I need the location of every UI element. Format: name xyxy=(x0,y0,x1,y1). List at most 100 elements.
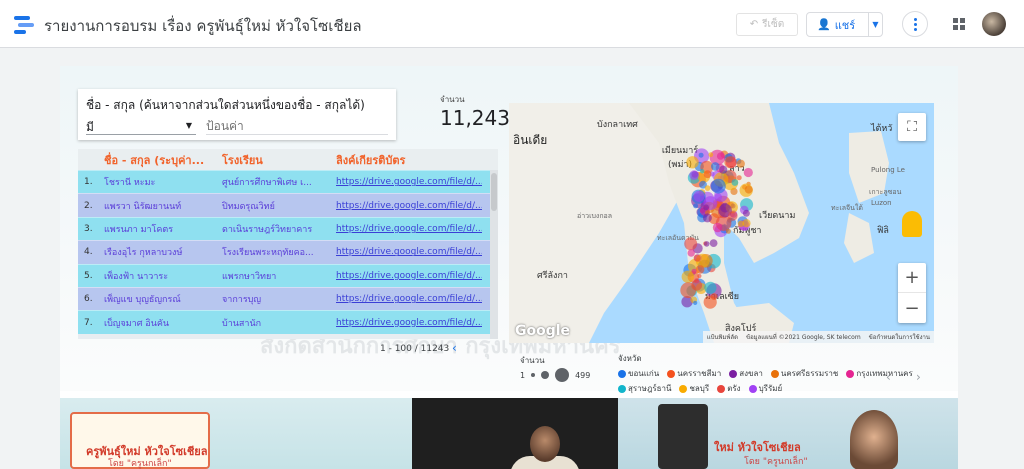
zoom-in-button[interactable]: + xyxy=(898,263,926,293)
bubble-map[interactable]: อินเดีย บังกลาเทศ เมียนมาร์ (พม่า) ลาว เ… xyxy=(509,103,934,343)
apps-grid-icon[interactable] xyxy=(953,18,965,30)
table-row[interactable]: 2. แพรวา นิรัฒยานนท์ ปิทมดรุณวิทย์ https… xyxy=(78,193,498,217)
top-bar: รายงานการอบรม เรื่อง ครูพันธุ์ใหม่ หัวใจ… xyxy=(0,0,1024,48)
map-label-india: อินเดีย xyxy=(513,133,548,147)
certificate-link[interactable]: https://drive.google.com/file/d/... xyxy=(332,177,482,187)
share-label: แชร์ xyxy=(834,18,856,32)
data-studio-logo-icon[interactable] xyxy=(14,14,34,34)
legend-prev-icon[interactable]: ‹ xyxy=(886,370,891,384)
certificate-link[interactable]: https://drive.google.com/file/d/... xyxy=(332,271,482,281)
legend-label: กรุงเทพมหานคร xyxy=(856,369,913,378)
row-number: 1. xyxy=(84,177,93,188)
dropdown-caret-icon: ▼ xyxy=(185,121,192,130)
previous-page-icon[interactable]: ‹ xyxy=(452,341,457,355)
filter-operator-select[interactable]: มี ▼ xyxy=(86,118,196,135)
province-legend: จังหวัด ขอนแก่น นครราชสีมา สงขลา นครศรีธรรม… xyxy=(618,352,918,395)
cell-school: จาการบุญ xyxy=(222,295,262,306)
legend-item[interactable]: สุราษฎร์ธานี xyxy=(618,382,671,395)
report-title[interactable]: รายงานการอบรม เรื่อง ครูพันธุ์ใหม่ หัวใจ… xyxy=(44,14,362,38)
certificate-link[interactable]: https://drive.google.com/file/d/... xyxy=(332,294,482,304)
legend-next-icon[interactable]: › xyxy=(916,370,921,384)
map-data-credit: ข้อมูลแผนที่ ©2021 Google, SK telecom xyxy=(745,334,861,341)
map-label-luzon-th: เกาะลูซอน xyxy=(869,188,902,196)
legend-item[interactable]: สงขลา xyxy=(729,367,763,380)
reset-label: รีเซ็ต xyxy=(762,19,785,30)
avatar[interactable] xyxy=(982,12,1006,36)
certificate-link[interactable]: https://drive.google.com/file/d/... xyxy=(332,224,482,234)
legend-label: นครราชสีมา xyxy=(677,369,722,378)
add-person-icon: 👤 xyxy=(817,18,831,31)
legend-label: บุรีรัมย์ xyxy=(758,384,783,393)
report-canvas: สังกัดสำนักการศึกษา กรุงเทพมหานคร ชื่อ -… xyxy=(60,66,958,469)
cell-name: แพรนภา มาโคตร xyxy=(104,224,174,235)
province-legend-items: ขอนแก่น นครราชสีมา สงขลา นครศรีธรรมราช กรุงเ… xyxy=(618,367,918,395)
cell-name: เพ็ญแข บุญธัญกรณ์ xyxy=(104,295,181,306)
training-photo-3: ใหม่ หัวใจโซเชียล โดย "ครูนกเล็ก" xyxy=(618,398,958,469)
street-view-icon[interactable] xyxy=(902,211,922,237)
zoom-out-button[interactable]: − xyxy=(898,293,926,323)
photo-caption-sub: โดย "ครูนกเล็ก" xyxy=(108,459,172,469)
size-legend-max: 499 xyxy=(575,370,591,380)
table-row[interactable]: 7. เบ็ญจมาศ อินคัน บ้านสานัก https://dri… xyxy=(78,310,498,334)
share-button[interactable]: 👤 แชร์ ▼ xyxy=(806,12,883,37)
more-options-icon[interactable] xyxy=(902,11,928,37)
cell-name: เพ็องฟ้า นาวาระ xyxy=(104,271,169,282)
legend-swatch-icon xyxy=(770,369,779,378)
cell-name: เบ็ญจมาศ อินคัน xyxy=(104,318,170,329)
map-label-laos: ลาว xyxy=(729,164,745,174)
table-row[interactable]: 6. เพ็ญแข บุญธัญกรณ์ จาการบุญ https://dr… xyxy=(78,286,498,311)
keyboard-shortcuts-link[interactable]: แป้นพิมพ์ลัด xyxy=(707,332,738,342)
legend-label: ชลบุรี xyxy=(689,384,710,393)
legend-item[interactable]: นครราชสีมา xyxy=(667,367,721,380)
large-dot-icon xyxy=(555,368,570,382)
legend-item[interactable]: ชลบุรี xyxy=(679,382,709,395)
table-scroll-thumb[interactable] xyxy=(491,173,497,211)
table-row[interactable]: 5. เพ็องฟ้า นาวาระ แพรกษาวิทยา https://d… xyxy=(78,263,498,287)
map-label-cambodia: กัมพูชา xyxy=(733,226,762,236)
cell-name: แพรวา นิรัฒยานนท์ xyxy=(104,201,182,212)
table-row[interactable]: 4. เรืองอุไร กุหลาบวงษ์ โรงเรียนพระหฤทัย… xyxy=(78,240,498,264)
training-photo-2 xyxy=(412,398,618,469)
legend-swatch-icon xyxy=(667,369,676,378)
share-dropdown-icon[interactable]: ▼ xyxy=(869,20,882,29)
map-label-andaman: ทะเลอันดามัน xyxy=(657,234,699,242)
legend-item[interactable]: ขอนแก่น xyxy=(618,367,659,380)
small-dot-icon xyxy=(531,373,536,377)
map-attribution: แป้นพิมพ์ลัด ข้อมูลแผนที่ ©2021 Google, … xyxy=(702,331,934,343)
legend-item[interactable]: กรุงเทพมหานคร xyxy=(846,367,913,380)
student-figure xyxy=(850,410,898,469)
cell-school: ปิทมดรุณวิทย์ xyxy=(222,201,275,212)
reset-button[interactable]: ↶ รีเซ็ต xyxy=(736,13,798,36)
fullscreen-icon[interactable]: ⛶ xyxy=(898,113,926,141)
row-number: 4. xyxy=(84,247,93,258)
legend-item[interactable]: นครศรีธรรมราช xyxy=(770,367,839,380)
legend-swatch-icon xyxy=(717,384,726,393)
cell-school: ดาเนินราษฎร์วิทยาคาร xyxy=(222,224,313,235)
legend-item[interactable]: บุรีรัมย์ xyxy=(748,382,783,395)
legend-item[interactable]: ตรัง xyxy=(717,382,741,395)
table-row[interactable]: 1. โชรานี หะมะ ศูนย์การศึกษาพิเศษ เ... h… xyxy=(78,170,498,194)
filter-label: ชื่อ - สกุล (ค้นหาจากส่วนใดส่วนหนึ่งของช… xyxy=(86,98,365,112)
row-number: 6. xyxy=(84,294,93,305)
filter-value-input[interactable] xyxy=(206,118,388,135)
certificate-link[interactable]: https://drive.google.com/file/d/... xyxy=(332,318,482,328)
certificate-link[interactable]: https://drive.google.com/file/d/... xyxy=(332,247,482,257)
province-legend-title: จังหวัด xyxy=(618,354,642,363)
table-row[interactable]: 3. แพรนภา มาโคตร ดาเนินราษฎร์วิทยาคาร ht… xyxy=(78,216,498,241)
column-header-school[interactable]: โรงเรียน xyxy=(218,151,332,169)
column-header-link[interactable]: ลิงค์เกียรติบัตร xyxy=(332,151,482,169)
legend-swatch-icon xyxy=(846,369,855,378)
cell-name: เรืองอุไร กุหลาบวงษ์ xyxy=(104,248,183,259)
legend-label: นครศรีธรรมราช xyxy=(780,369,839,378)
map-label-luzon: Luzon xyxy=(871,199,892,207)
table-header: ชื่อ - สกุล (ระบุค่า... โรงเรียน ลิงค์เก… xyxy=(78,149,498,170)
filter-operator-value: มี xyxy=(86,120,94,134)
size-legend-title: จำนวน xyxy=(520,356,545,365)
certificate-link[interactable]: https://drive.google.com/file/d/... xyxy=(332,201,482,211)
legend-label: สุราษฎร์ธานี xyxy=(628,384,672,393)
terms-link[interactable]: ข้อกำหนดในการใช้งาน xyxy=(869,332,930,342)
column-header-name[interactable]: ชื่อ - สกุล (ระบุค่า... xyxy=(78,151,218,169)
legend-swatch-icon xyxy=(729,369,738,378)
row-number: 7. xyxy=(84,317,93,328)
table-pagination: 1 - 100 / 11243 xyxy=(380,344,450,354)
